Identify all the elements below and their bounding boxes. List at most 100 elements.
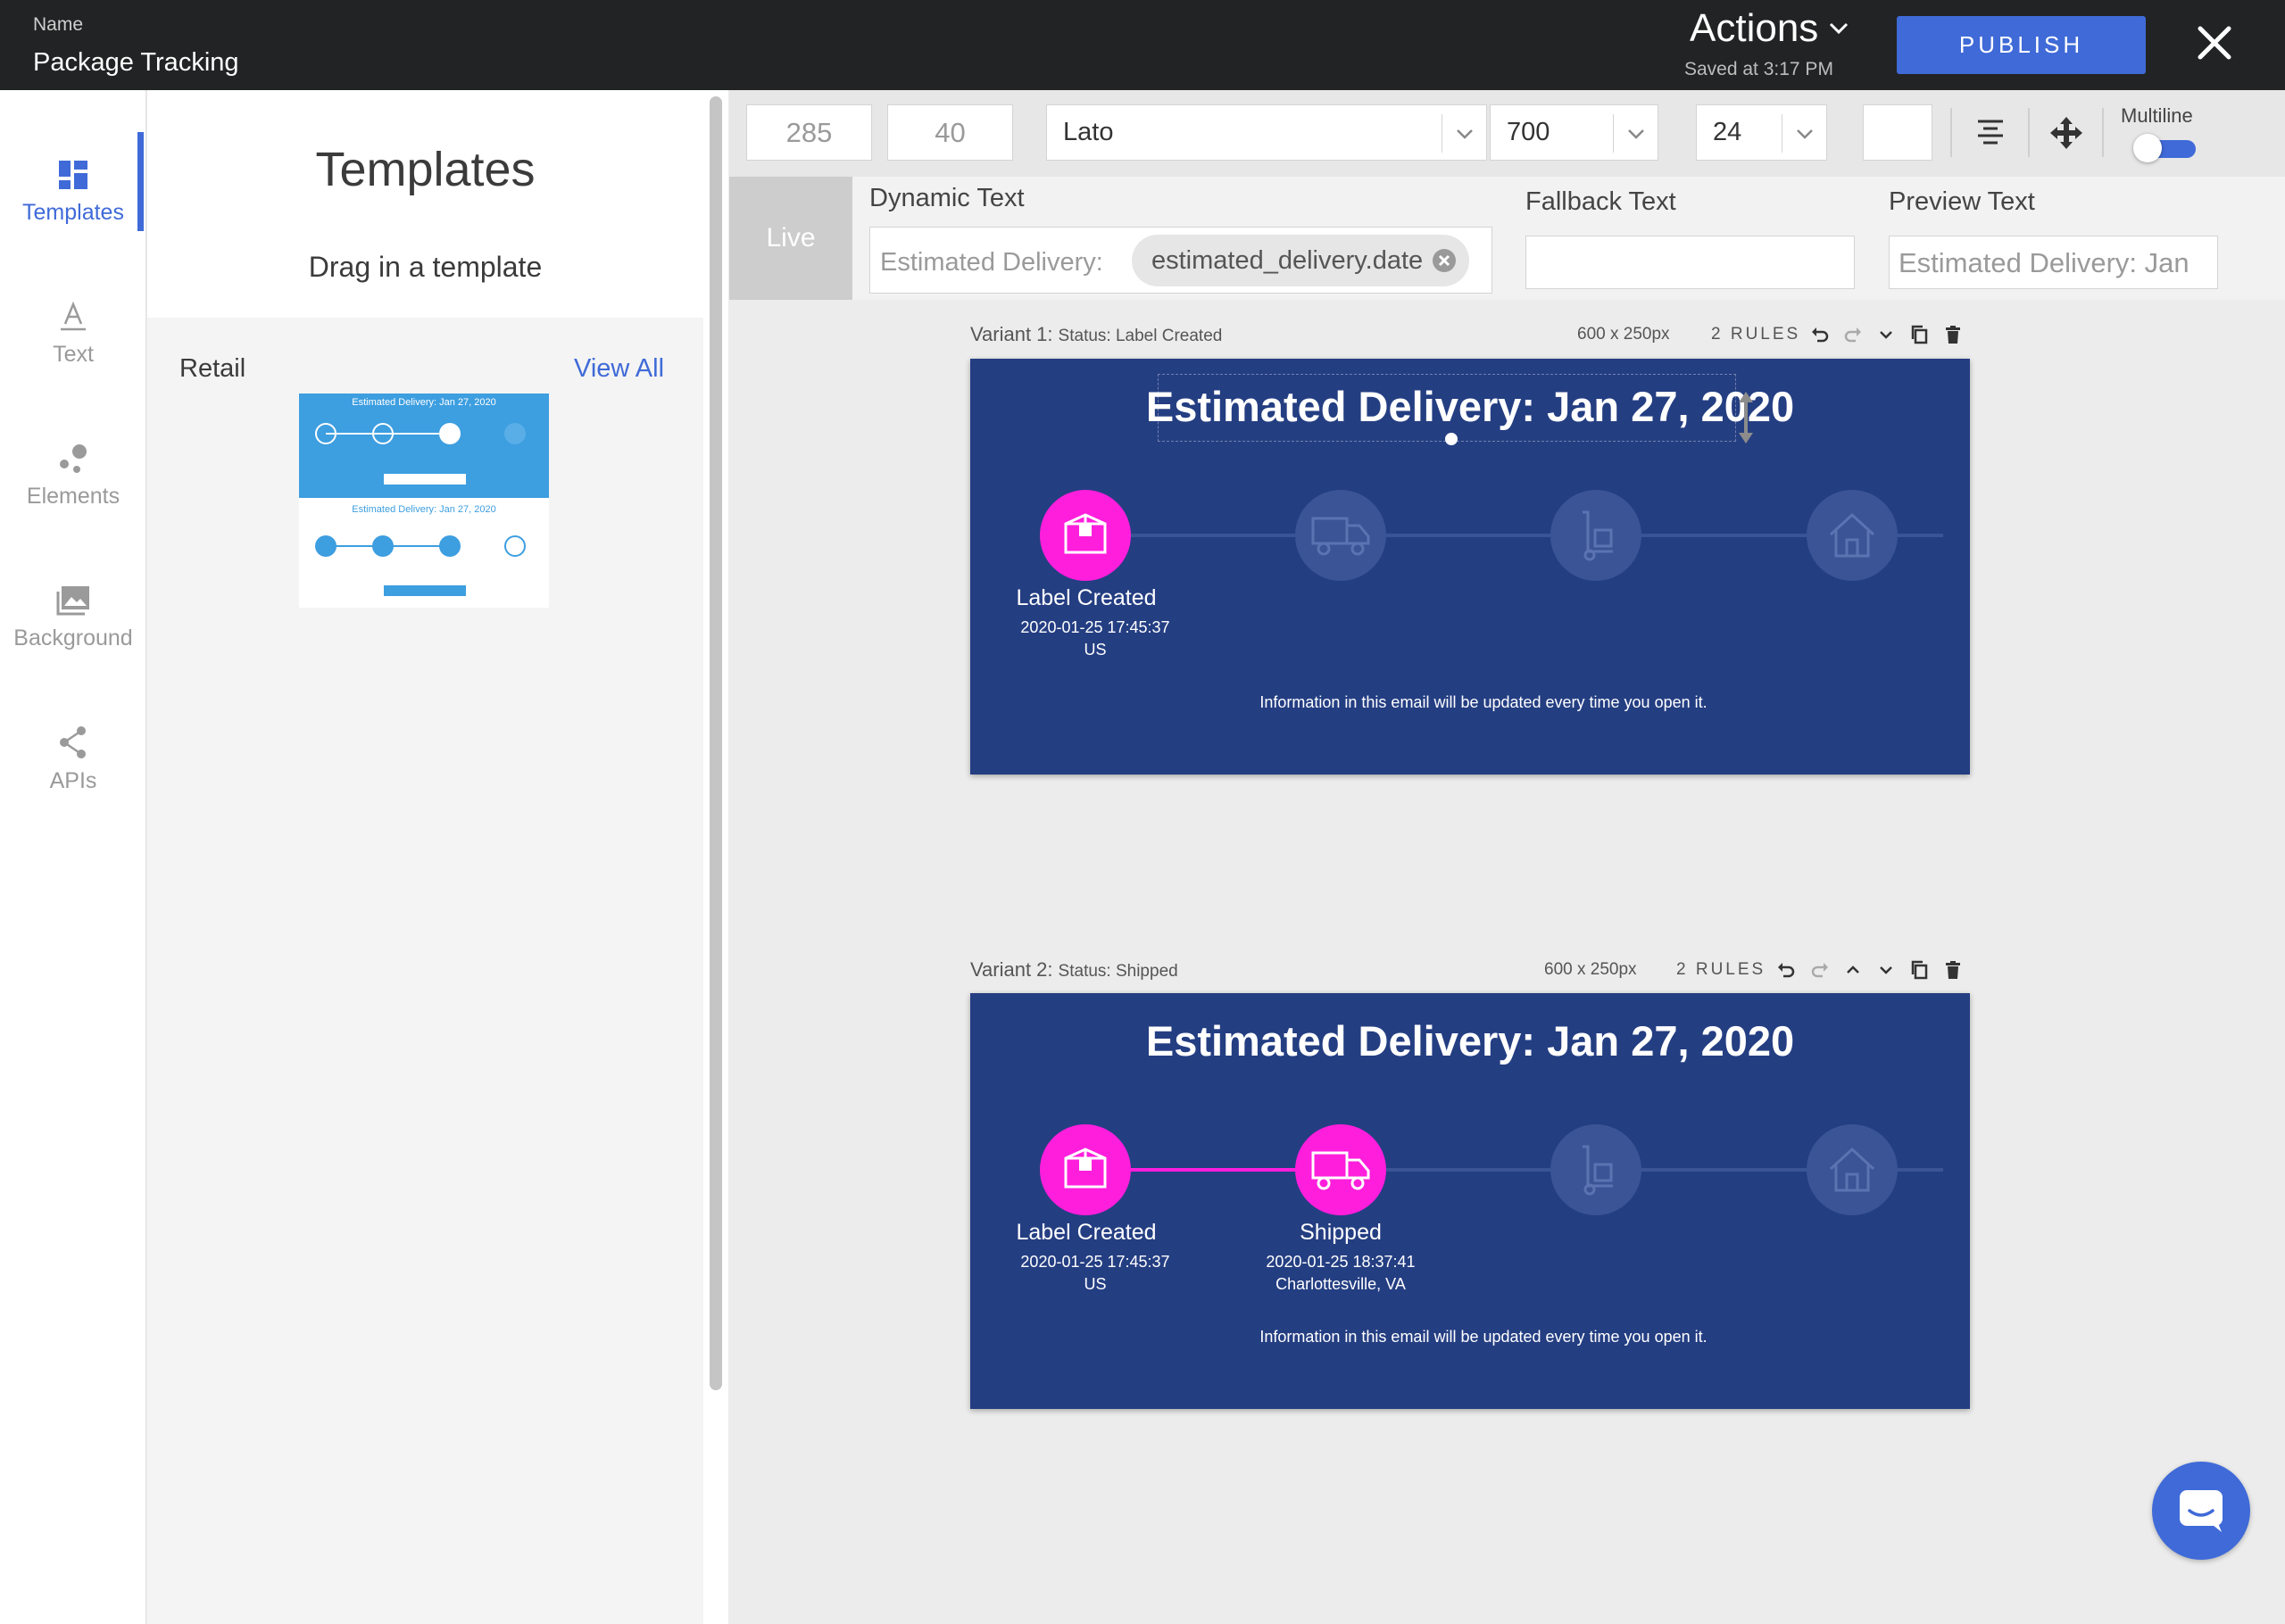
redo-icon[interactable]	[1810, 960, 1830, 980]
preview-text-input[interactable]: Estimated Delivery: Jan	[1889, 236, 2218, 289]
undo-icon[interactable]	[1776, 960, 1796, 980]
step-timestamp: 2020-01-25 17:45:37	[1020, 618, 1170, 636]
thumbnail-title: Estimated Delivery: Jan 27, 2020	[352, 397, 496, 408]
package-icon	[1060, 511, 1110, 559]
text-toolbar: 285 40 Lato 700 24 Multiline	[729, 90, 2285, 177]
close-icon[interactable]	[2189, 18, 2239, 68]
duplicate-icon[interactable]	[1909, 325, 1929, 344]
variant-status: Status: Label Created	[1058, 327, 1223, 345]
move-icon[interactable]	[2041, 108, 2091, 158]
step-label: Label Created	[1016, 1220, 1157, 1245]
panel-scrollbar[interactable]	[710, 96, 722, 1390]
dynamic-text-field[interactable]: Estimated Delivery: estimated_delivery.d…	[869, 227, 1492, 294]
nav-label: Text	[53, 341, 94, 367]
house-icon	[1827, 1146, 1877, 1194]
top-header: Name Package Tracking Actions Saved at 3…	[0, 0, 2285, 90]
font-size-select[interactable]: 24	[1696, 104, 1827, 161]
align-center-icon[interactable]	[1965, 108, 2015, 158]
thumbnail-step	[372, 535, 394, 557]
share-icon	[57, 725, 89, 759]
step-meta: 2020-01-25 18:37:41 Charlottesville, VA	[1225, 1251, 1457, 1296]
shapes-icon	[57, 443, 89, 475]
view-all-link[interactable]: View All	[574, 354, 664, 384]
estimated-delivery-text[interactable]: Estimated Delivery: Jan 27, 2020	[970, 1016, 1970, 1065]
height-input[interactable]: 40	[887, 104, 1013, 161]
actions-label: Actions	[1690, 6, 1819, 50]
project-name[interactable]: Package Tracking	[33, 48, 239, 78]
variant-dimensions: 600 x 250px	[1577, 325, 1670, 344]
chevron-down-icon[interactable]	[1613, 114, 1658, 153]
width-input[interactable]: 285	[746, 104, 872, 161]
dynamic-text-label: Dynamic Text	[869, 184, 1025, 212]
token-chip[interactable]: estimated_delivery.date	[1132, 235, 1470, 286]
thumbnail-step	[372, 423, 394, 444]
category-label: Retail	[179, 354, 246, 383]
nav-label: Background	[13, 625, 133, 650]
step-circle	[1807, 490, 1898, 581]
thumbnail-step	[439, 423, 461, 444]
chevron-down-icon[interactable]	[1442, 114, 1486, 153]
thumbnail-step	[504, 423, 526, 444]
fallback-text-input[interactable]	[1525, 236, 1855, 289]
step-circle	[1295, 1124, 1386, 1215]
actions-menu[interactable]: Actions	[1690, 4, 1849, 54]
chevron-up-icon[interactable]	[1843, 960, 1863, 980]
step-circle	[1807, 1124, 1898, 1215]
variant-canvas[interactable]: Estimated Delivery: Jan 27, 2020 Label C…	[970, 993, 1970, 1409]
font-size-value: 24	[1713, 118, 1742, 146]
variant-name: Variant 2:	[970, 958, 1053, 981]
step-meta: 2020-01-25 17:45:37 US	[979, 1251, 1211, 1296]
thumbnail-button	[384, 474, 466, 485]
font-family-value: Lato	[1063, 118, 1114, 146]
package-icon	[1060, 1146, 1110, 1194]
canvas-footer-note: Information in this email will be update…	[1259, 693, 1708, 711]
dolly-icon	[1574, 509, 1618, 562]
text-color-swatch[interactable]	[1863, 104, 1932, 161]
variant-rules-button[interactable]: 2 RULES	[1676, 960, 1766, 980]
delete-icon[interactable]	[1943, 960, 1963, 980]
font-family-select[interactable]: Lato	[1046, 104, 1487, 161]
resize-vertical-icon[interactable]	[1736, 390, 1756, 445]
name-label: Name	[33, 14, 84, 35]
thumbnail-step	[315, 423, 337, 444]
chevron-down-icon[interactable]	[1876, 960, 1896, 980]
variant-dimensions: 600 x 250px	[1544, 960, 1637, 979]
duplicate-icon[interactable]	[1909, 960, 1929, 980]
chat-icon	[2177, 1487, 2225, 1534]
template-thumbnail[interactable]: Estimated Delivery: Jan 27, 2020 Estimat…	[299, 394, 549, 608]
font-weight-value: 700	[1507, 118, 1550, 146]
variant-rules-button[interactable]: 2 RULES	[1711, 325, 1800, 344]
step-timestamp: 2020-01-25 17:45:37	[1020, 1253, 1170, 1271]
text-selection-box[interactable]	[1158, 374, 1736, 442]
redo-icon[interactable]	[1843, 325, 1863, 344]
nav-label: Elements	[26, 483, 120, 509]
nav-background[interactable]: Background	[0, 555, 146, 680]
toolbar-divider	[2028, 108, 2030, 157]
live-button[interactable]: Live	[729, 177, 852, 300]
token-chip-label: estimated_delivery.date	[1151, 245, 1424, 275]
undo-icon[interactable]	[1810, 325, 1830, 344]
selection-handle[interactable]	[1445, 433, 1458, 445]
truck-icon	[1309, 513, 1372, 558]
nav-text[interactable]: Text	[0, 271, 146, 396]
step-label: Label Created	[1016, 585, 1157, 610]
nav-apis[interactable]: APIs	[0, 697, 146, 822]
image-icon	[55, 584, 91, 617]
multiline-toggle[interactable]	[2133, 134, 2196, 162]
step-circle	[1295, 490, 1386, 581]
variant-name: Variant 1:	[970, 323, 1053, 345]
nav-templates[interactable]: Templates	[0, 129, 146, 254]
font-weight-select[interactable]: 700	[1490, 104, 1658, 161]
canvas-footer-note: Information in this email will be update…	[1259, 1328, 1708, 1346]
remove-token-icon[interactable]	[1432, 248, 1457, 273]
thumbnail-button	[384, 585, 466, 596]
step-location: US	[1084, 641, 1107, 659]
delete-icon[interactable]	[1943, 325, 1963, 344]
chat-launcher[interactable]	[2152, 1462, 2250, 1560]
publish-button[interactable]: PUBLISH	[1897, 16, 2146, 74]
chevron-down-icon[interactable]	[1782, 114, 1826, 153]
chevron-down-icon[interactable]	[1876, 325, 1896, 344]
step-timestamp: 2020-01-25 18:37:41	[1266, 1253, 1416, 1271]
dynamic-text-row: Live Dynamic Text Estimated Delivery: es…	[729, 177, 2285, 300]
nav-elements[interactable]: Elements	[0, 413, 146, 538]
